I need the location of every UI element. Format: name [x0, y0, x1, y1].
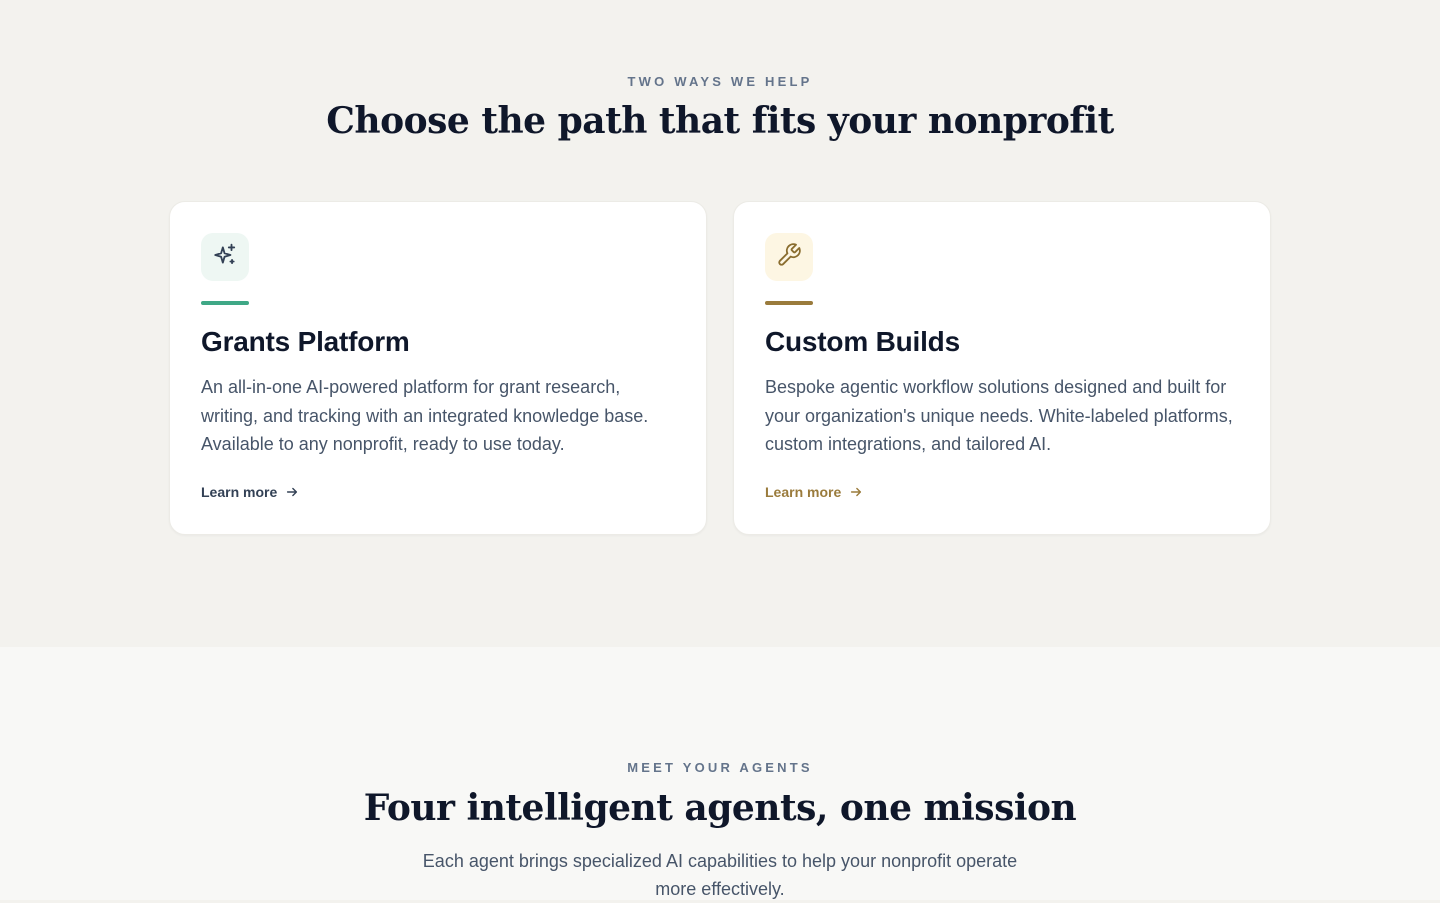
- section-heading: Choose the path that fits your nonprofit: [326, 100, 1114, 142]
- card-description: Bespoke agentic workflow solutions desig…: [765, 377, 1233, 454]
- learn-more-label: Learn more: [765, 484, 842, 500]
- section-eyebrow: TWO WAYS WE HELP: [627, 74, 813, 89]
- accent-bar: [765, 301, 813, 305]
- section-heading: Four intelligent agents, one mission: [363, 787, 1077, 829]
- arrow-right-icon: [285, 485, 299, 499]
- learn-more-link[interactable]: Learn more: [765, 484, 863, 500]
- paths-section: TWO WAYS WE HELP Choose the path that fi…: [0, 0, 1440, 647]
- icon-tile: [765, 233, 813, 281]
- card-description: An all-in-one AI-powered platform for gr…: [201, 377, 649, 454]
- agents-section: MEET YOUR AGENTS Four intelligent agents…: [0, 647, 1440, 900]
- learn-more-link[interactable]: Learn more: [201, 484, 299, 500]
- grants-platform-card: Grants Platform An all-in-one AI-powered…: [169, 201, 707, 535]
- accent-bar: [201, 301, 249, 305]
- section-subtext: Each agent brings specialized AI capabil…: [422, 851, 1018, 899]
- wrench-icon: [776, 242, 802, 273]
- sparkles-icon: [212, 242, 238, 273]
- arrow-right-icon: [849, 485, 863, 499]
- custom-builds-card: Custom Builds Bespoke agentic workflow s…: [733, 201, 1271, 535]
- section-eyebrow: MEET YOUR AGENTS: [627, 760, 813, 775]
- card-title: Grants Platform: [201, 326, 410, 357]
- card-title: Custom Builds: [765, 326, 960, 357]
- learn-more-label: Learn more: [201, 484, 278, 500]
- icon-tile: [201, 233, 249, 281]
